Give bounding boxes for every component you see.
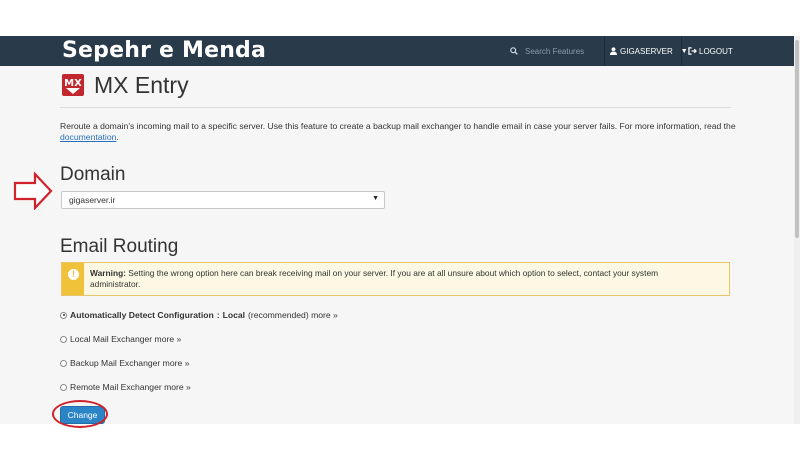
radio-remote[interactable] — [60, 383, 67, 391]
warning-sidebar: ! — [62, 263, 84, 295]
top-margin — [0, 0, 800, 36]
option-value: Local — [222, 310, 246, 320]
search-input[interactable] — [525, 46, 597, 56]
title-divider — [60, 107, 731, 108]
radio-local[interactable] — [60, 335, 67, 343]
warning-message: Setting the wrong option here can break … — [90, 268, 659, 289]
brand-logo[interactable]: Sepehr e Menda — [62, 38, 266, 63]
option-separator: : — [216, 310, 220, 320]
user-name: GIGASERVER — [620, 46, 673, 56]
option-note-link[interactable]: (recommended) more » — [248, 310, 338, 320]
routing-option-auto[interactable]: Automatically Detect Configuration : Loc… — [60, 310, 338, 320]
change-button[interactable]: Change — [60, 406, 105, 424]
mx-icon-text: MX — [64, 77, 82, 89]
feature-search[interactable] — [510, 36, 597, 66]
radio-auto[interactable] — [60, 311, 67, 319]
intro-text: Reroute a domain's incoming mail to a sp… — [60, 121, 736, 131]
scrollbar-thumb[interactable] — [795, 40, 799, 238]
caret-down-icon: ▼ — [372, 195, 379, 202]
routing-option-remote[interactable]: Remote Mail Exchanger more » — [60, 382, 191, 392]
email-routing-heading: Email Routing — [60, 236, 179, 257]
annotation-arrow-icon — [13, 172, 53, 210]
search-icon — [510, 47, 518, 55]
intro-suffix: . — [116, 132, 119, 142]
option-label: Automatically Detect Configuration — [70, 310, 214, 320]
routing-option-backup[interactable]: Backup Mail Exchanger more » — [60, 358, 189, 368]
user-icon — [610, 47, 617, 55]
bottom-margin — [0, 424, 800, 452]
option-label: Local Mail Exchanger more » — [70, 334, 182, 344]
user-menu[interactable]: GIGASERVER ▼ — [610, 36, 688, 66]
top-navbar: Sepehr e Menda GIGASERVER ▼ LOGOUT — [0, 36, 794, 66]
domain-select[interactable]: gigaserver.ir ▼ — [61, 191, 385, 209]
warning-label: Warning: — [90, 268, 126, 278]
documentation-link[interactable]: documentation — [60, 132, 116, 142]
nav-divider — [604, 36, 605, 66]
logout-button[interactable]: LOGOUT — [688, 36, 733, 66]
page-title: MX Entry — [94, 72, 189, 98]
warning-callout: ! Warning: Setting the wrong option here… — [61, 262, 730, 296]
radio-backup[interactable] — [60, 359, 67, 367]
warning-text: Warning: Setting the wrong option here c… — [90, 268, 710, 290]
warning-icon: ! — [68, 269, 79, 280]
option-label: Remote Mail Exchanger more » — [70, 382, 191, 392]
nav-divider — [681, 36, 682, 66]
domain-heading: Domain — [60, 164, 126, 185]
intro-paragraph: Reroute a domain's incoming mail to a sp… — [60, 121, 740, 143]
domain-selected-value: gigaserver.ir — [69, 195, 116, 205]
mx-entry-icon: MX — [62, 74, 84, 96]
routing-option-local[interactable]: Local Mail Exchanger more » — [60, 334, 181, 344]
option-label: Backup Mail Exchanger more » — [70, 358, 190, 368]
logout-label: LOGOUT — [699, 46, 733, 56]
logout-icon — [688, 47, 697, 55]
